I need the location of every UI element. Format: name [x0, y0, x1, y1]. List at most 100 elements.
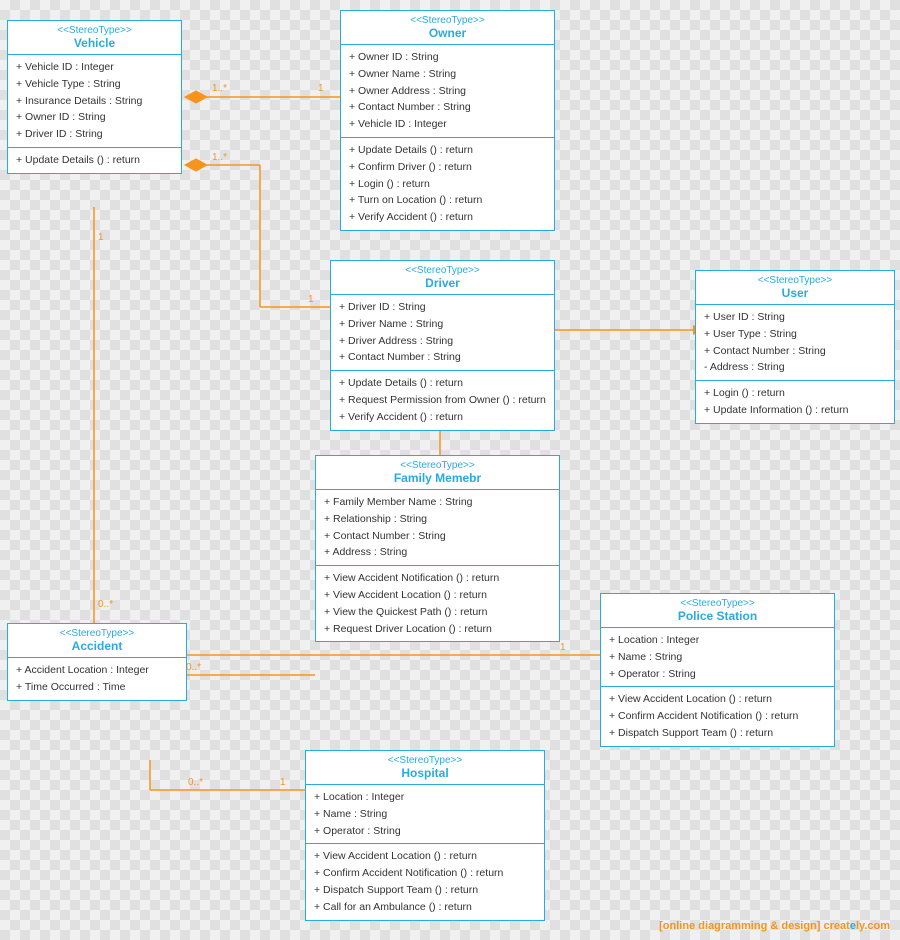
owner-method-3: + Login () : return: [349, 176, 546, 193]
driver-attr-2: + Driver Name : String: [339, 316, 546, 333]
family-member-classname: Family Memebr: [322, 471, 553, 485]
owner-method-4: + Turn on Location () : return: [349, 192, 546, 209]
hospital-method-3: + Dispatch Support Team () : return: [314, 882, 536, 899]
hospital-attributes: + Location : Integer + Name : String + O…: [306, 785, 544, 844]
svg-text:1: 1: [280, 777, 286, 788]
svg-text:0..*: 0..*: [98, 599, 113, 610]
police-station-header: <<StereoType>> Police Station: [601, 594, 834, 628]
police-attributes: + Location : Integer + Name : String + O…: [601, 628, 834, 687]
vehicle-methods: + Update Details () : return: [8, 148, 181, 173]
watermark-text: [online diagramming & design]: [659, 920, 823, 932]
vehicle-attr-1: + Vehicle ID : Integer: [16, 59, 173, 76]
user-attr-3: + Contact Number : String: [704, 343, 886, 360]
owner-method-2: + Confirm Driver () : return: [349, 159, 546, 176]
owner-attr-1: + Owner ID : String: [349, 49, 546, 66]
hospital-attr-3: + Operator : String: [314, 823, 536, 840]
hospital-classname: Hospital: [312, 766, 538, 780]
accident-stereotype: <<StereoType>>: [14, 628, 180, 639]
owner-class: <<StereoType>> Owner + Owner ID : String…: [340, 10, 555, 231]
svg-text:1: 1: [560, 642, 566, 653]
police-attr-2: + Name : String: [609, 649, 826, 666]
vehicle-attr-4: + Owner ID : String: [16, 109, 173, 126]
owner-attributes: + Owner ID : String + Owner Name : Strin…: [341, 45, 554, 138]
owner-classname: Owner: [347, 26, 548, 40]
police-attr-3: + Operator : String: [609, 666, 826, 683]
user-class: <<StereoType>> User + User ID : String +…: [695, 270, 895, 424]
user-header: <<StereoType>> User: [696, 271, 894, 305]
owner-attr-4: + Contact Number : String: [349, 99, 546, 116]
owner-header: <<StereoType>> Owner: [341, 11, 554, 45]
hospital-method-1: + View Accident Location () : return: [314, 848, 536, 865]
vehicle-method-1: + Update Details () : return: [16, 152, 173, 169]
family-attr-4: + Address : String: [324, 544, 551, 561]
driver-header: <<StereoType>> Driver: [331, 261, 554, 295]
user-attributes: + User ID : String + User Type : String …: [696, 305, 894, 381]
accident-attributes: + Accident Location : Integer + Time Occ…: [8, 658, 186, 700]
family-attr-3: + Contact Number : String: [324, 528, 551, 545]
hospital-method-2: + Confirm Accident Notification () : ret…: [314, 865, 536, 882]
owner-method-5: + Verify Accident () : return: [349, 209, 546, 226]
svg-text:1: 1: [98, 232, 104, 243]
owner-attr-2: + Owner Name : String: [349, 66, 546, 83]
driver-method-1: + Update Details () : return: [339, 375, 546, 392]
hospital-stereotype: <<StereoType>>: [312, 755, 538, 766]
user-classname: User: [702, 286, 888, 300]
accident-class: <<StereoType>> Accident + Accident Locat…: [7, 623, 187, 701]
vehicle-header: <<StereoType>> Vehicle: [8, 21, 181, 55]
svg-text:0..*: 0..*: [188, 777, 203, 788]
hospital-attr-1: + Location : Integer: [314, 789, 536, 806]
family-member-methods: + View Accident Notification () : return…: [316, 566, 559, 641]
hospital-method-4: + Call for an Ambulance () : return: [314, 899, 536, 916]
family-member-stereotype: <<StereoType>>: [322, 460, 553, 471]
user-stereotype: <<StereoType>>: [702, 275, 888, 286]
svg-text:1: 1: [308, 294, 314, 305]
driver-classname: Driver: [337, 276, 548, 290]
police-station-class: <<StereoType>> Police Station + Location…: [600, 593, 835, 747]
owner-stereotype: <<StereoType>>: [347, 15, 548, 26]
hospital-header: <<StereoType>> Hospital: [306, 751, 544, 785]
driver-class: <<StereoType>> Driver + Driver ID : Stri…: [330, 260, 555, 431]
police-method-3: + Dispatch Support Team () : return: [609, 725, 826, 742]
user-method-2: + Update Information () : return: [704, 402, 886, 419]
vehicle-classname: Vehicle: [14, 36, 175, 50]
police-stereotype: <<StereoType>>: [607, 598, 828, 609]
family-member-attributes: + Family Member Name : String + Relation…: [316, 490, 559, 566]
police-method-1: + View Accident Location () : return: [609, 691, 826, 708]
family-method-4: + Request Driver Location () : return: [324, 621, 551, 638]
family-method-3: + View the Quickest Path () : return: [324, 604, 551, 621]
vehicle-attr-2: + Vehicle Type : String: [16, 76, 173, 93]
accident-attr-1: + Accident Location : Integer: [16, 662, 178, 679]
family-attr-2: + Relationship : String: [324, 511, 551, 528]
accident-classname: Accident: [14, 639, 180, 653]
svg-text:0..*: 0..*: [186, 662, 201, 673]
driver-method-3: + Verify Accident () : return: [339, 409, 546, 426]
driver-attr-4: + Contact Number : String: [339, 349, 546, 366]
owner-attr-3: + Owner Address : String: [349, 83, 546, 100]
user-attr-4: - Address : String: [704, 359, 886, 376]
svg-text:1: 1: [318, 83, 324, 94]
hospital-class: <<StereoType>> Hospital + Location : Int…: [305, 750, 545, 921]
vehicle-attr-3: + Insurance Details : String: [16, 93, 173, 110]
watermark-brand: creat: [824, 920, 850, 932]
police-attr-1: + Location : Integer: [609, 632, 826, 649]
accident-attr-2: + Time Occurred : Time: [16, 679, 178, 696]
vehicle-attributes: + Vehicle ID : Integer + Vehicle Type : …: [8, 55, 181, 148]
vehicle-stereotype: <<StereoType>>: [14, 25, 175, 36]
owner-method-1: + Update Details () : return: [349, 142, 546, 159]
user-method-1: + Login () : return: [704, 385, 886, 402]
vehicle-class: <<StereoType>> Vehicle + Vehicle ID : In…: [7, 20, 182, 174]
user-attr-1: + User ID : String: [704, 309, 886, 326]
hospital-methods: + View Accident Location () : return + C…: [306, 844, 544, 919]
police-methods: + View Accident Location () : return + C…: [601, 687, 834, 745]
svg-text:1..*: 1..*: [212, 83, 227, 94]
vehicle-attr-5: + Driver ID : String: [16, 126, 173, 143]
driver-attr-1: + Driver ID : String: [339, 299, 546, 316]
user-attr-2: + User Type : String: [704, 326, 886, 343]
family-member-header: <<StereoType>> Family Memebr: [316, 456, 559, 490]
driver-methods: + Update Details () : return + Request P…: [331, 371, 554, 429]
owner-methods: + Update Details () : return + Confirm D…: [341, 138, 554, 230]
hospital-attr-2: + Name : String: [314, 806, 536, 823]
family-method-1: + View Accident Notification () : return: [324, 570, 551, 587]
user-methods: + Login () : return + Update Information…: [696, 381, 894, 423]
police-method-2: + Confirm Accident Notification () : ret…: [609, 708, 826, 725]
